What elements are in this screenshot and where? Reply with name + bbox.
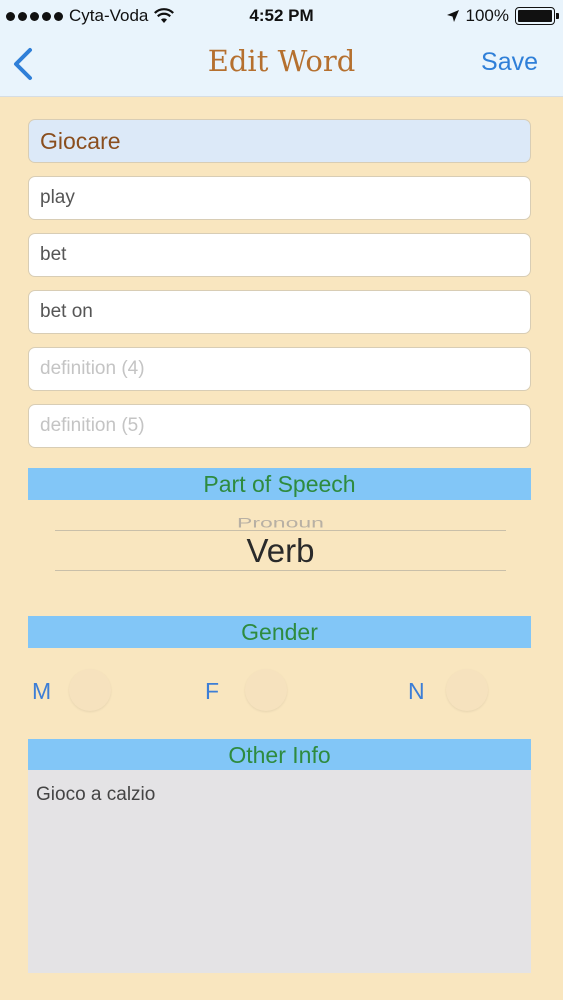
other-info-textarea[interactable]: Gioco a calzio — [28, 770, 531, 973]
status-bar: Cyta-Voda 4:52 PM 100% — [0, 0, 563, 32]
battery-percent: 100% — [465, 6, 509, 25]
word-field[interactable]: Giocare — [28, 119, 531, 163]
definition-3-field[interactable]: bet on — [28, 290, 531, 334]
gender-radio-f[interactable] — [245, 669, 287, 711]
part-of-speech-picker[interactable]: Pronoun Verb — [55, 500, 506, 590]
gender-radio-m[interactable] — [69, 669, 111, 711]
navigation-bar: Edit Word Save — [0, 32, 563, 96]
other-info-header: Other Info — [28, 739, 531, 771]
gender-label-f: F — [205, 678, 220, 704]
gender-label-n: N — [408, 678, 425, 704]
definition-4-field[interactable]: definition (4) — [28, 347, 531, 391]
part-of-speech-header: Part of Speech — [28, 468, 531, 500]
location-arrow-icon — [446, 10, 459, 22]
definition-2-field[interactable]: bet — [28, 233, 531, 277]
battery-icon — [515, 7, 559, 25]
picker-divider-top — [55, 530, 506, 531]
picker-option-selected[interactable]: Verb — [55, 532, 506, 570]
save-button[interactable]: Save — [481, 48, 538, 77]
gender-radio-n[interactable] — [446, 669, 488, 711]
top-bar: Cyta-Voda 4:52 PM 100% Edit Word Save — [0, 0, 563, 97]
status-right: 100% — [446, 6, 559, 26]
picker-divider-bottom — [55, 570, 506, 571]
page-title: Edit Word — [207, 44, 356, 78]
gender-header: Gender — [28, 616, 531, 648]
gender-label-m: M — [32, 678, 52, 704]
definition-1-field[interactable]: play — [28, 176, 531, 220]
definition-5-field[interactable]: definition (5) — [28, 404, 531, 448]
picker-option-previous[interactable]: Pronoun — [55, 515, 506, 531]
